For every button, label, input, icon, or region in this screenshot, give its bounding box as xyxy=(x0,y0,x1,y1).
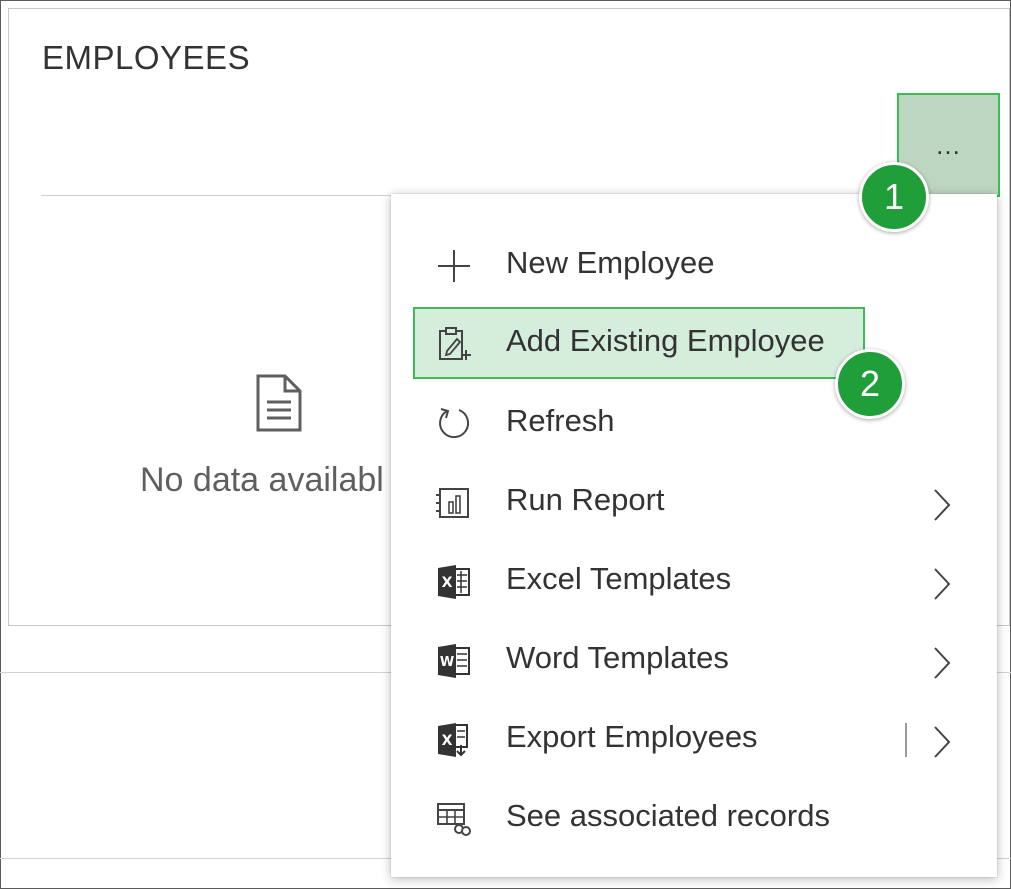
chevron-right-icon xyxy=(934,489,951,521)
associated-records-icon xyxy=(437,803,471,836)
menu-item-label: Run Report xyxy=(506,482,665,517)
menu-item-new-employee[interactable]: New Employee xyxy=(391,231,997,301)
menu-item-excel-templates[interactable]: X Excel Templates xyxy=(391,547,997,617)
chevron-right-icon[interactable] xyxy=(931,725,953,759)
svg-text:X: X xyxy=(442,733,453,749)
word-icon: W xyxy=(438,644,470,678)
menu-item-see-associated-records[interactable]: See associated records xyxy=(391,784,997,854)
section-title: EMPLOYEES xyxy=(42,39,251,76)
refresh-icon xyxy=(439,408,469,439)
report-icon xyxy=(436,488,469,518)
callout-badge-2: 2 xyxy=(835,349,905,419)
overflow-menu: New Employee Refresh Run Report X Excel … xyxy=(391,194,997,877)
svg-text:W: W xyxy=(440,655,454,670)
no-data-message: No data availabl xyxy=(140,461,384,499)
menu-item-label: Add Existing Employee xyxy=(506,323,825,358)
callout-badge-1: 1 xyxy=(859,162,929,232)
menu-item-label: Refresh xyxy=(506,403,615,438)
menu-item-label: Word Templates xyxy=(506,640,729,675)
split-separator xyxy=(905,723,907,757)
svg-text:X: X xyxy=(442,575,453,591)
excel-icon: X xyxy=(438,565,470,599)
chevron-right-icon xyxy=(934,568,951,600)
clipboard-add-icon xyxy=(439,327,471,360)
plus-icon xyxy=(438,250,470,282)
menu-item-export-employees[interactable]: X Export Employees xyxy=(391,705,997,775)
menu-item-label: See associated records xyxy=(506,798,830,833)
menu-item-refresh[interactable]: Refresh xyxy=(391,389,997,459)
menu-item-label: Excel Templates xyxy=(506,561,732,596)
menu-item-word-templates[interactable]: W Word Templates xyxy=(391,626,997,696)
menu-item-label: New Employee xyxy=(506,245,715,280)
chevron-right-icon xyxy=(934,647,951,679)
export-excel-icon: X xyxy=(438,723,468,757)
menu-item-run-report[interactable]: Run Report xyxy=(391,468,997,538)
document-icon xyxy=(256,374,302,432)
menu-item-label: Export Employees xyxy=(506,719,758,754)
more-icon: … xyxy=(935,129,962,160)
